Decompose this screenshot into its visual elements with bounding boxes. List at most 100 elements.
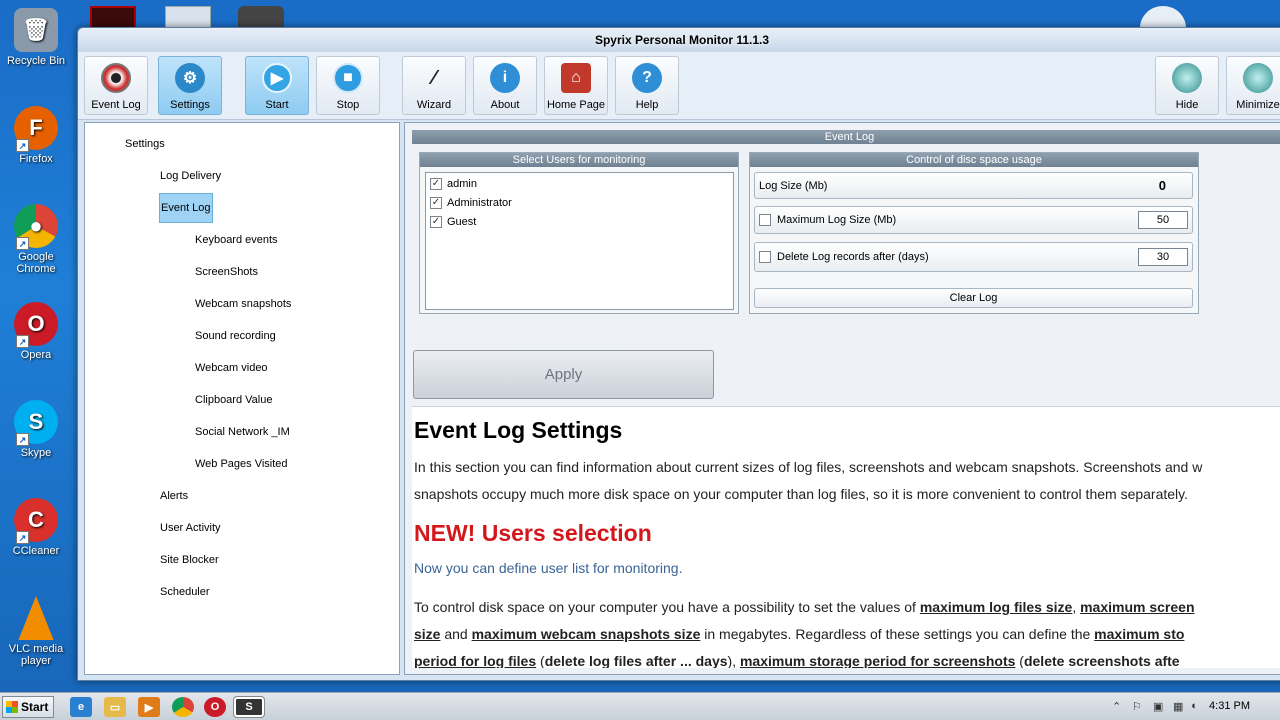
- app-window: Spyrix Personal Monitor 11.1.3 Event Log…: [77, 27, 1280, 681]
- user-name: admin: [447, 178, 477, 190]
- tree-item-scheduler[interactable]: Scheduler: [160, 585, 210, 599]
- log-size-label: Log Size (Mb): [759, 179, 828, 192]
- hide-button[interactable]: Hide: [1155, 56, 1219, 115]
- volume-icon[interactable]: ◖: [1190, 700, 1197, 712]
- desktop-icon-label: Skype: [20, 447, 52, 459]
- log-size-row: Log Size (Mb) 0: [754, 172, 1193, 199]
- taskbar-chrome-icon[interactable]: [172, 697, 194, 717]
- user-name: Administrator: [447, 197, 512, 209]
- clear-log-button[interactable]: Clear Log: [754, 288, 1193, 308]
- start-button[interactable]: ▶ Start: [245, 56, 309, 115]
- desktop-icon-chrome[interactable]: ● ↗ Google Chrome: [4, 204, 68, 275]
- play-icon: ▶: [262, 63, 292, 93]
- tree-item-alerts[interactable]: Alerts: [160, 489, 188, 503]
- taskbar-media-player-icon[interactable]: ▶: [138, 697, 160, 717]
- checkbox-checked-icon[interactable]: ✓: [430, 178, 442, 190]
- tree-item-user-activity[interactable]: User Activity: [160, 521, 221, 535]
- tray-app-icon[interactable]: ▣: [1153, 700, 1163, 713]
- desktop-icon-ccleaner[interactable]: C ↗ CCleaner: [4, 498, 68, 557]
- start-label: Start: [21, 700, 49, 714]
- desktop-icon-vlc[interactable]: VLC media player: [4, 596, 68, 667]
- tree-item-screenshots[interactable]: ScreenShots: [195, 265, 258, 279]
- about-button[interactable]: i About: [473, 56, 537, 115]
- users-group-title: Select Users for monitoring: [420, 153, 738, 167]
- doc-link[interactable]: maximum webcam snapshots size: [472, 626, 701, 642]
- skype-icon: S ↗: [14, 400, 58, 446]
- doc-bold-text: delete log files after ... days: [544, 653, 728, 668]
- windows-flag-icon: [6, 701, 18, 713]
- toolbar-label: About: [490, 99, 520, 111]
- doc-link[interactable]: maximum screen: [1080, 599, 1194, 615]
- tree-item-web-pages-visited[interactable]: Web Pages Visited: [195, 457, 288, 471]
- doc-title: Event Log Settings: [414, 417, 623, 443]
- desktop-icon-firefox[interactable]: F ↗ Firefox: [4, 106, 68, 165]
- user-row-administrator[interactable]: ✓ Administrator: [430, 196, 512, 210]
- desktop-icon-opera[interactable]: O ↗ Opera: [4, 302, 68, 361]
- tree-item-keyboard-events[interactable]: Keyboard events: [195, 233, 278, 247]
- desktop-icon-skype[interactable]: S ↗ Skype: [4, 400, 68, 459]
- minimize-button[interactable]: Minimize: [1226, 56, 1280, 115]
- doc-text: To control disk space on your computer y…: [414, 599, 920, 615]
- delete-days-input[interactable]: 30: [1138, 248, 1188, 266]
- stop-icon: ■: [333, 63, 363, 93]
- tree-item-site-blocker[interactable]: Site Blocker: [160, 553, 219, 567]
- window-title: Spyrix Personal Monitor 11.1.3: [78, 28, 1280, 52]
- taskbar-ie-icon[interactable]: e: [70, 697, 92, 717]
- event-log-header: Event Log: [412, 130, 1280, 144]
- toolbar: Event Log ⚙ Settings ▶ Start ■ Stop ⁄ Wi…: [78, 52, 1280, 120]
- tree-item-sound-recording[interactable]: Sound recording: [195, 329, 276, 343]
- taskbar-explorer-icon[interactable]: ▭: [104, 697, 126, 717]
- disk-group-title: Control of disc space usage: [750, 153, 1198, 167]
- checkbox-checked-icon[interactable]: ✓: [430, 216, 442, 228]
- delete-records-row: Delete Log records after (days) 30: [754, 242, 1193, 272]
- taskbar-opera-icon[interactable]: O: [204, 697, 226, 717]
- event-log-button[interactable]: Event Log: [84, 56, 148, 115]
- delete-records-checkbox[interactable]: [759, 251, 771, 263]
- doc-text: ,: [1072, 599, 1081, 615]
- stop-button[interactable]: ■ Stop: [316, 56, 380, 115]
- doc-link[interactable]: period for log files: [414, 653, 536, 668]
- tree-item-event-log[interactable]: Event Log: [159, 193, 213, 223]
- action-center-flag-icon[interactable]: ⚐: [1132, 700, 1142, 713]
- vlc-cone-icon: [18, 596, 54, 640]
- checkbox-checked-icon[interactable]: ✓: [430, 197, 442, 209]
- desktop-icon-recycle-bin[interactable]: 🗑 Recycle Bin: [4, 8, 68, 67]
- taskbar-spyrix-icon[interactable]: S: [233, 696, 265, 718]
- tree-item-clipboard-value[interactable]: Clipboard Value: [195, 393, 272, 407]
- max-log-size-input[interactable]: 50: [1138, 211, 1188, 229]
- delete-records-label: Delete Log records after (days): [777, 251, 929, 263]
- help-document: Event Log Settings In this section you c…: [412, 406, 1280, 668]
- doc-text: (: [1015, 653, 1024, 668]
- help-button[interactable]: ? Help: [615, 56, 679, 115]
- home-page-button[interactable]: ⌂ Home Page: [544, 56, 608, 115]
- tree-item-settings[interactable]: Settings: [125, 137, 165, 151]
- tray-expand-icon[interactable]: ⌃: [1112, 700, 1121, 713]
- user-row-guest[interactable]: ✓ Guest: [430, 215, 476, 229]
- tree-item-log-delivery[interactable]: Log Delivery: [160, 169, 221, 183]
- user-row-admin[interactable]: ✓ admin: [430, 177, 477, 191]
- doc-link[interactable]: size: [414, 626, 440, 642]
- doc-text: (: [536, 653, 545, 668]
- ccleaner-icon: C ↗: [14, 498, 58, 544]
- tree-item-webcam-snapshots[interactable]: Webcam snapshots: [195, 297, 291, 311]
- event-log-panel: Event Log Select Users for monitoring ✓ …: [404, 122, 1280, 675]
- desktop-icon-label: CCleaner: [12, 545, 60, 557]
- log-size-value: 0: [1158, 178, 1166, 193]
- apply-button[interactable]: Apply: [413, 350, 714, 399]
- wizard-button[interactable]: ⁄ Wizard: [402, 56, 466, 115]
- toolbar-label: Minimize: [1236, 99, 1280, 111]
- doc-link[interactable]: maximum storage period for screenshots: [740, 653, 1015, 668]
- settings-button[interactable]: ⚙ Settings: [158, 56, 222, 115]
- network-icon[interactable]: ▦: [1173, 700, 1183, 713]
- desktop-icon-label: Firefox: [19, 153, 53, 165]
- max-log-size-checkbox[interactable]: [759, 214, 771, 226]
- tree-item-webcam-video[interactable]: Webcam video: [195, 361, 268, 375]
- settings-tree: Settings Log Delivery Event Log Keyboard…: [84, 122, 400, 675]
- desktop-icon-label: Recycle Bin: [6, 55, 66, 67]
- doc-intro-line-2: snapshots occupy much more disk space on…: [414, 486, 1189, 502]
- clock[interactable]: 4:31 PM: [1209, 700, 1250, 712]
- start-menu-button[interactable]: Start: [2, 696, 54, 718]
- doc-link[interactable]: maximum sto: [1094, 626, 1184, 642]
- doc-link[interactable]: maximum log files size: [920, 599, 1073, 615]
- tree-item-social-network-im[interactable]: Social Network _IM: [195, 425, 290, 439]
